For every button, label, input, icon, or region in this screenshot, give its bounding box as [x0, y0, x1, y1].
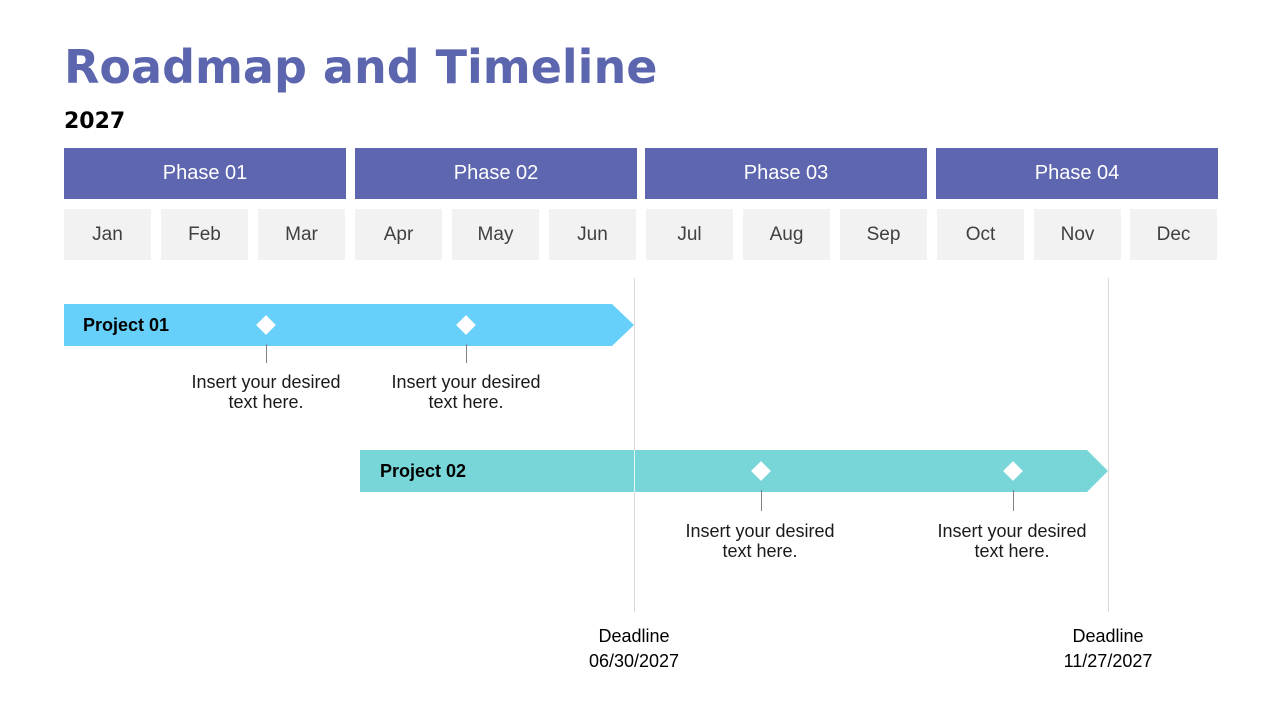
milestone-connector — [466, 344, 467, 363]
month-cell-may: May — [452, 209, 539, 260]
deadline-label: Deadline — [1072, 626, 1144, 646]
month-cell-feb: Feb — [161, 209, 248, 260]
milestone-note: Insert your desired text here. — [176, 372, 356, 412]
milestone-note-line1: Insert your desired — [685, 521, 835, 541]
month-cell-oct: Oct — [937, 209, 1024, 260]
milestone-note-line1: Insert your desired — [391, 372, 541, 392]
milestone-connector — [1013, 490, 1014, 511]
deadline-02: Deadline 11/27/2027 — [1038, 624, 1178, 674]
deadline-label: Deadline — [598, 626, 670, 646]
deadline-date: 06/30/2027 — [588, 651, 680, 671]
project-02-arrow-shape — [360, 450, 1108, 492]
month-cell-dec: Dec — [1130, 209, 1217, 260]
year-label: 2027 — [64, 109, 126, 134]
deadline-line-02 — [1108, 278, 1109, 612]
phase-header-03: Phase 03 — [645, 148, 927, 199]
month-cell-jul: Jul — [646, 209, 733, 260]
deadline-line-01 — [634, 278, 635, 612]
milestone-note-line1: Insert your desired — [937, 521, 1087, 541]
month-cell-apr: Apr — [355, 209, 442, 260]
month-cell-mar: Mar — [258, 209, 345, 260]
milestone-note-line1: Insert your desired — [191, 372, 341, 392]
milestone-note-line2: text here. — [428, 392, 504, 412]
deadline-line-overlay — [634, 450, 635, 492]
project-01-bar: Project 01 — [64, 304, 634, 346]
month-cell-aug: Aug — [743, 209, 830, 260]
month-cell-nov: Nov — [1034, 209, 1121, 260]
page-title: Roadmap and Timeline — [64, 40, 658, 94]
deadline-date: 11/27/2027 — [1063, 651, 1153, 671]
month-cell-jun: Jun — [549, 209, 636, 260]
milestone-note-line2: text here. — [722, 541, 798, 561]
phase-header-02: Phase 02 — [355, 148, 637, 199]
project-01-label: Project 01 — [83, 314, 170, 335]
milestone-connector — [761, 490, 762, 511]
month-cell-sep: Sep — [840, 209, 927, 260]
milestone-note-line2: text here. — [228, 392, 304, 412]
month-cell-jan: Jan — [64, 209, 151, 260]
phase-header-04: Phase 04 — [936, 148, 1218, 199]
milestone-note-line2: text here. — [974, 541, 1050, 561]
phase-header-01: Phase 01 — [64, 148, 346, 199]
milestone-note: Insert your desired text here. — [376, 372, 556, 412]
project-02-label: Project 02 — [380, 460, 467, 481]
deadline-01: Deadline 06/30/2027 — [564, 624, 704, 674]
milestone-note: Insert your desired text here. — [922, 521, 1102, 561]
project-02-bar: Project 02 — [360, 450, 1108, 492]
milestone-note: Insert your desired text here. — [670, 521, 850, 561]
milestone-connector — [266, 344, 267, 363]
